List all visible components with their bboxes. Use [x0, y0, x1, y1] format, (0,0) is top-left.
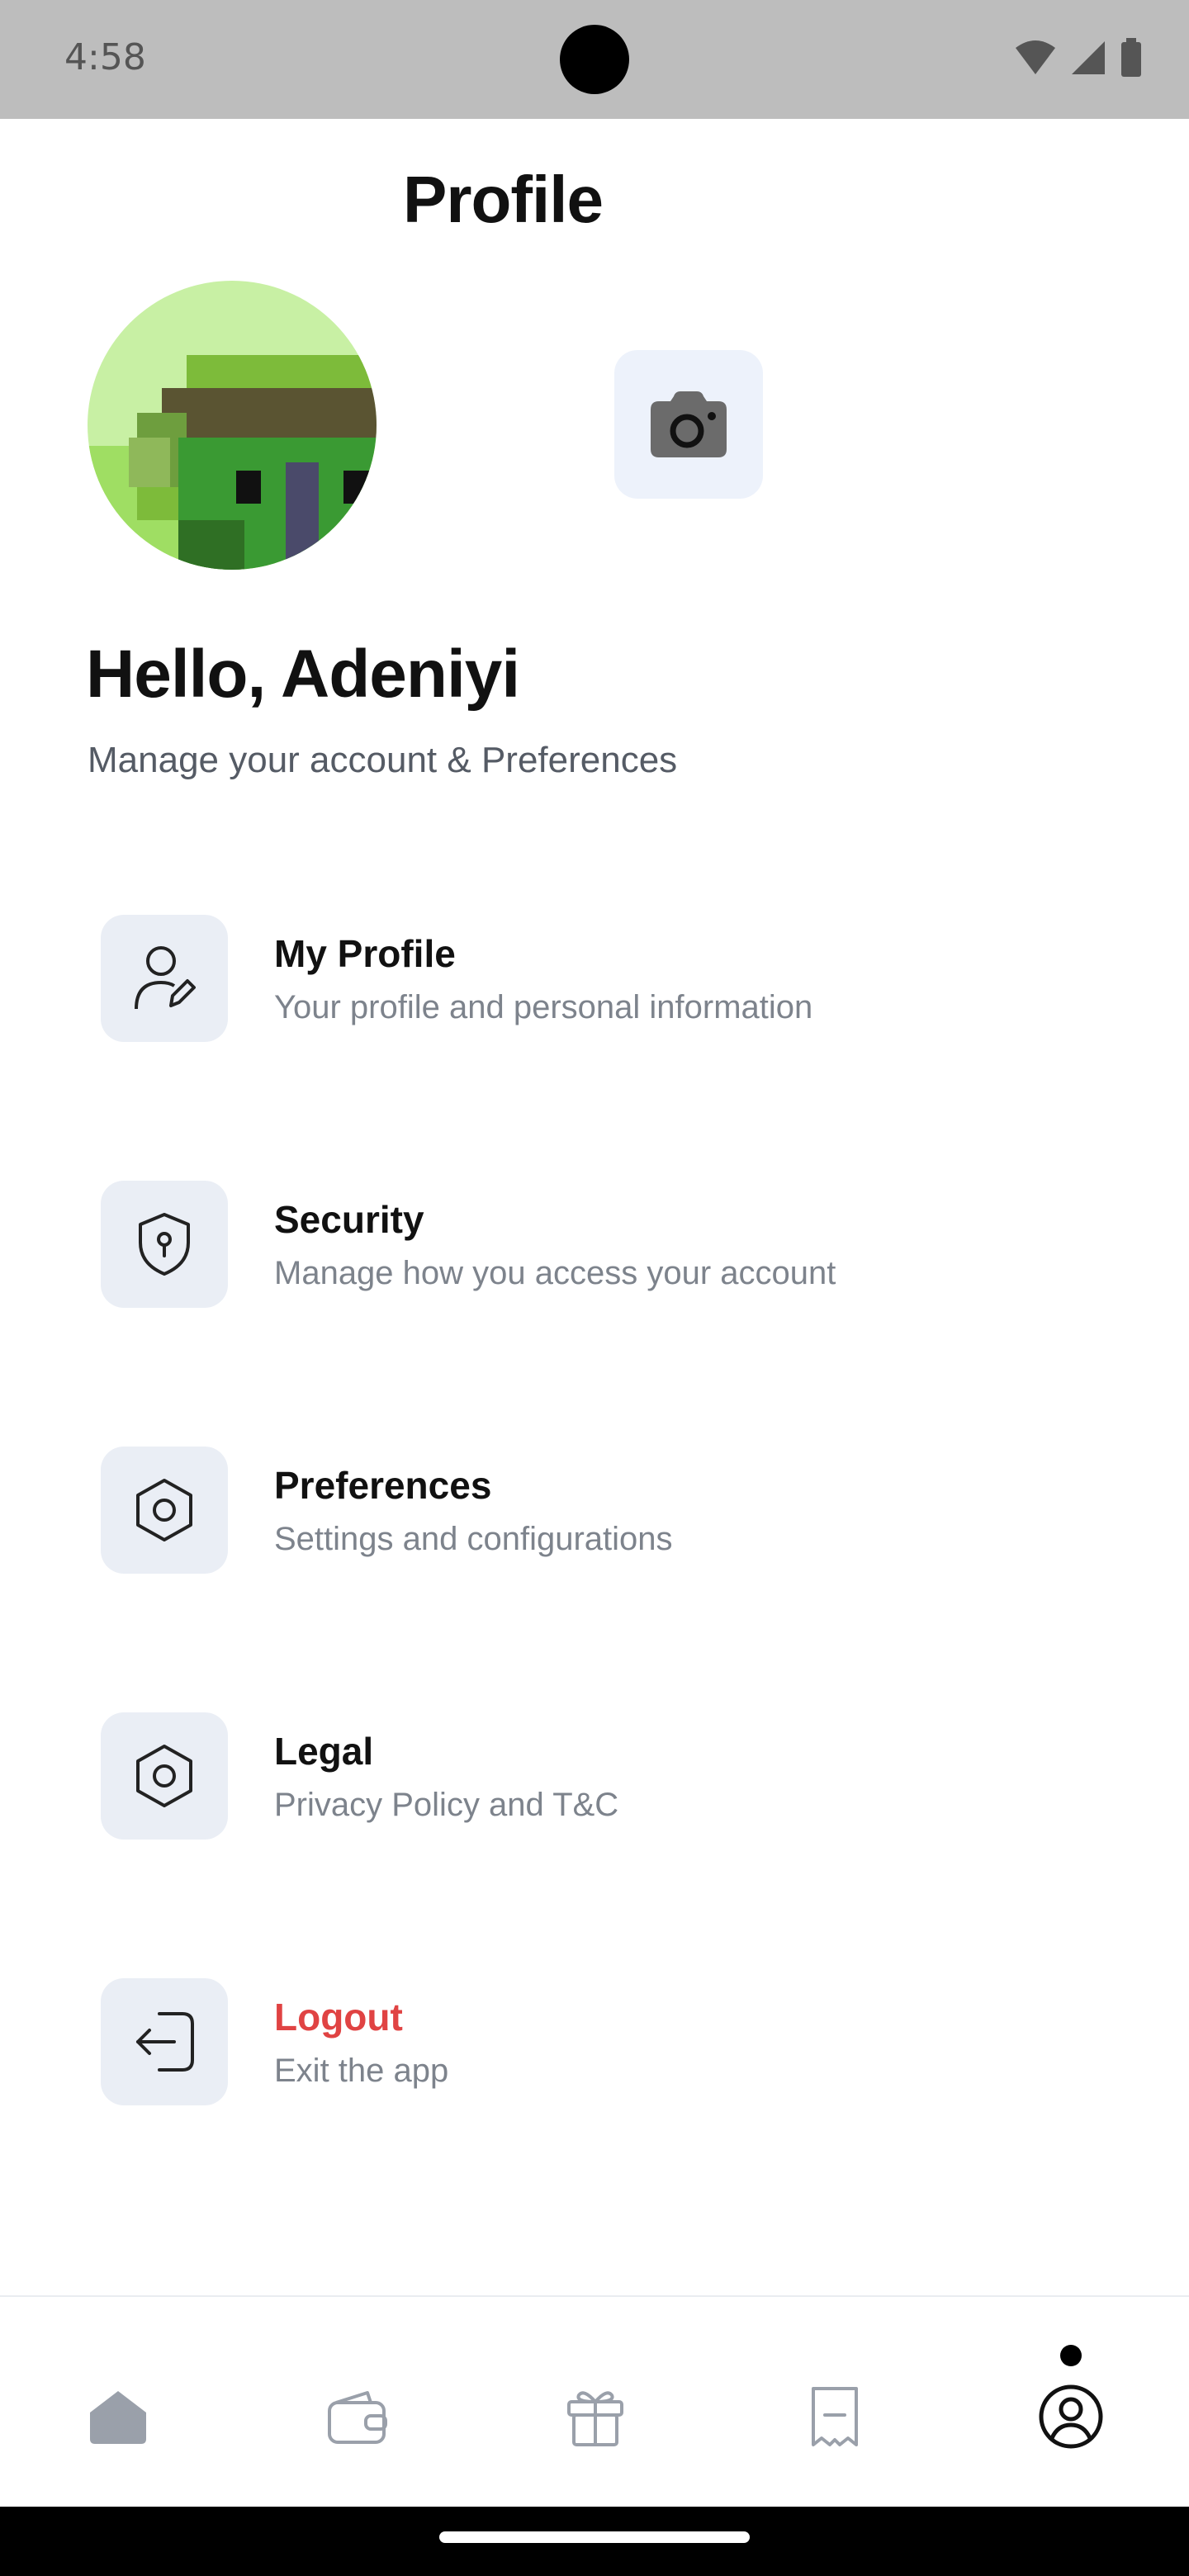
- menu-item-preferences[interactable]: Preferences Settings and configurations: [101, 1447, 1092, 1579]
- avatar[interactable]: [88, 281, 377, 570]
- menu-title: Logout: [274, 1996, 403, 2039]
- battery-icon: [1121, 38, 1141, 77]
- bottom-navigation: [0, 2295, 1189, 2508]
- menu-subtitle: Settings and configurations: [274, 1521, 673, 1557]
- menu-icon-box: [101, 1712, 228, 1840]
- hexagon-settings-icon: [136, 1745, 192, 1807]
- greeting: Hello, Adeniyi: [86, 637, 520, 712]
- menu-item-legal[interactable]: Legal Privacy Policy and T&C: [101, 1712, 1092, 1844]
- system-gesture-bar: [0, 2507, 1189, 2576]
- menu-subtitle: Manage how you access your account: [274, 1255, 836, 1291]
- menu-icon-box: [101, 1978, 228, 2105]
- camera-icon: [651, 391, 727, 457]
- nav-profile[interactable]: [1034, 2379, 1108, 2454]
- status-bar: 4:58: [0, 0, 1189, 119]
- menu-title: Legal: [274, 1730, 374, 1773]
- profile-icon: [1039, 2384, 1103, 2449]
- active-indicator-dot: [1060, 2345, 1082, 2366]
- menu-subtitle: Your profile and personal information: [274, 989, 813, 1025]
- logout-icon: [136, 2012, 194, 2072]
- hexagon-settings-icon: [136, 1479, 192, 1541]
- signal-icon: [1072, 41, 1105, 74]
- status-time: 4:58: [64, 36, 146, 78]
- wifi-icon: [1016, 40, 1055, 74]
- nav-home[interactable]: [81, 2379, 155, 2454]
- nav-gift[interactable]: [558, 2379, 632, 2454]
- menu-subtitle: Privacy Policy and T&C: [274, 1787, 619, 1823]
- wallet-icon: [328, 2391, 387, 2444]
- gesture-handle[interactable]: [439, 2531, 750, 2543]
- receipt-icon: [812, 2387, 858, 2446]
- home-icon: [90, 2391, 146, 2444]
- menu-icon-box: [101, 915, 228, 1042]
- avatar-image: [88, 281, 377, 570]
- menu-title: My Profile: [274, 932, 456, 975]
- menu-icon-box: [101, 1447, 228, 1574]
- menu-item-my-profile[interactable]: My Profile Your profile and personal inf…: [101, 915, 1092, 1047]
- nav-receipt[interactable]: [798, 2379, 872, 2454]
- shield-icon: [139, 1213, 190, 1276]
- greeting-subtitle: Manage your account & Preferences: [88, 740, 678, 780]
- menu-item-security[interactable]: Security Manage how you access your acco…: [101, 1181, 1092, 1313]
- change-photo-button[interactable]: [614, 350, 763, 499]
- menu-icon-box: [101, 1181, 228, 1308]
- gift-icon: [567, 2391, 623, 2446]
- menu-item-logout[interactable]: Logout Exit the app: [101, 1978, 1092, 2110]
- menu-subtitle: Exit the app: [274, 2053, 449, 2089]
- menu-title: Preferences: [274, 1464, 492, 1507]
- nav-wallet[interactable]: [320, 2379, 395, 2454]
- status-icons: [1014, 38, 1143, 78]
- user-edit-icon: [135, 946, 196, 1010]
- menu-title: Security: [274, 1198, 424, 1241]
- page-title: Profile: [403, 163, 604, 236]
- camera-cutout: [560, 25, 629, 94]
